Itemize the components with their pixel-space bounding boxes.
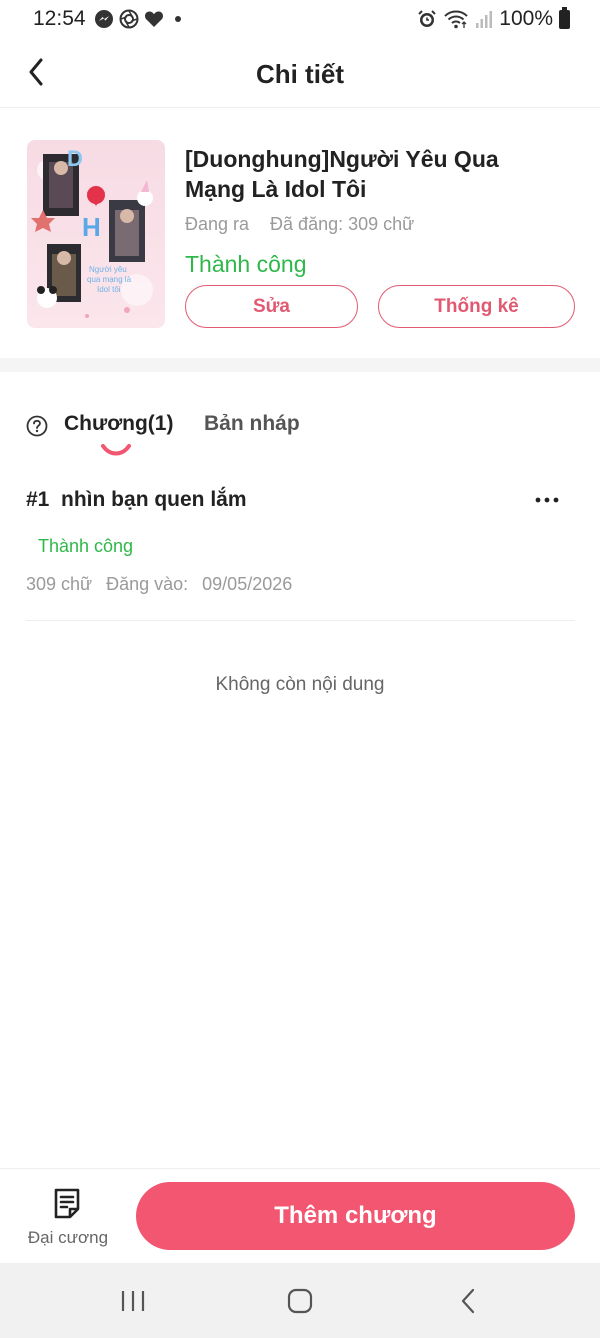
svg-text:qua mạng là: qua mạng là bbox=[87, 275, 132, 284]
book-title: [Duonghung]Người Yêu Qua Mạng Là Idol Tô… bbox=[185, 146, 499, 202]
home-button[interactable] bbox=[280, 1285, 320, 1317]
tab-drafts[interactable]: Bản nháp bbox=[204, 412, 300, 436]
edit-button[interactable]: Sửa bbox=[185, 285, 358, 328]
system-back-button[interactable] bbox=[448, 1285, 488, 1317]
recent-apps-button[interactable] bbox=[113, 1285, 153, 1317]
svg-text:Idol tôi: Idol tôi bbox=[97, 285, 121, 294]
heart-icon bbox=[144, 11, 164, 27]
chapter-posted-label: Đăng vào: bbox=[106, 574, 189, 594]
outline-button[interactable]: Đại cương bbox=[20, 1183, 116, 1253]
wifi-icon bbox=[444, 10, 468, 29]
chapter-word-count: 309 chữ bbox=[26, 574, 93, 594]
stats-button[interactable]: Thống kê bbox=[378, 285, 575, 328]
section-separator bbox=[0, 358, 600, 372]
recent-apps-icon bbox=[121, 1291, 145, 1311]
chapter-name: nhìn bạn quen lắm bbox=[61, 488, 247, 511]
help-icon[interactable] bbox=[26, 415, 48, 437]
chapter-number: #1 bbox=[26, 488, 50, 511]
svg-text:D: D bbox=[67, 146, 83, 171]
system-status-icons: 100% bbox=[417, 6, 570, 31]
book-cover[interactable]: H D Người yêu qua mạng là Idol tôi bbox=[27, 140, 165, 328]
chapter-status: Thành công bbox=[38, 536, 134, 556]
book-info-card: H D Người yêu qua mạng là Idol tôi [Duon… bbox=[0, 108, 600, 358]
end-of-list-note: Không còn nội dung bbox=[215, 674, 385, 695]
more-options-icon[interactable] bbox=[529, 488, 565, 512]
camera-icon bbox=[119, 9, 139, 29]
outline-label: Đại cương bbox=[27, 1228, 109, 1247]
messenger-icon bbox=[95, 10, 113, 28]
chapter-row[interactable]: #1 nhìn bạn quen lắm Thành công 309 chữ … bbox=[0, 470, 600, 620]
chapter-title: #1 nhìn bạn quen lắm bbox=[26, 488, 247, 512]
divider bbox=[26, 620, 575, 621]
book-meta: Đang ra Đã đăng: 309 chữ bbox=[185, 214, 414, 235]
svg-text:H: H bbox=[82, 212, 101, 242]
chapter-tabs: Chương(1) Bản nháp bbox=[0, 400, 600, 460]
book-status: Thành công bbox=[185, 251, 307, 277]
home-icon bbox=[287, 1288, 313, 1314]
top-header: Chi tiết bbox=[0, 40, 600, 108]
outline-document-icon bbox=[54, 1188, 80, 1219]
tab-chapters[interactable]: Chương(1) bbox=[64, 412, 173, 436]
back-chevron-icon bbox=[461, 1288, 475, 1314]
status-time: 12:54 bbox=[33, 7, 86, 30]
active-tab-indicator bbox=[101, 444, 131, 456]
notification-icons bbox=[94, 9, 181, 29]
book-word-count: Đã đăng: 309 chữ bbox=[270, 214, 415, 234]
svg-text:Người yêu: Người yêu bbox=[89, 265, 127, 274]
notification-dot-icon bbox=[175, 16, 181, 22]
chapter-meta: 309 chữ Đăng vào: 09/05/2026 bbox=[26, 574, 292, 595]
chapter-date: 09/05/2026 bbox=[202, 574, 293, 594]
status-bar: 12:54 100% bbox=[0, 0, 600, 40]
book-state: Đang ra bbox=[185, 214, 250, 234]
bottom-action-bar: Đại cương Thêm chương bbox=[0, 1168, 600, 1263]
add-chapter-button[interactable]: Thêm chương bbox=[136, 1182, 575, 1250]
page-title: Chi tiết bbox=[255, 59, 345, 89]
system-navigation-bar bbox=[0, 1263, 600, 1338]
book-cover-image: H D Người yêu qua mạng là Idol tôi bbox=[27, 140, 165, 328]
battery-percent: 100% bbox=[499, 7, 553, 30]
battery-icon bbox=[559, 6, 570, 29]
alarm-icon bbox=[418, 10, 436, 27]
signal-icon bbox=[476, 11, 493, 28]
